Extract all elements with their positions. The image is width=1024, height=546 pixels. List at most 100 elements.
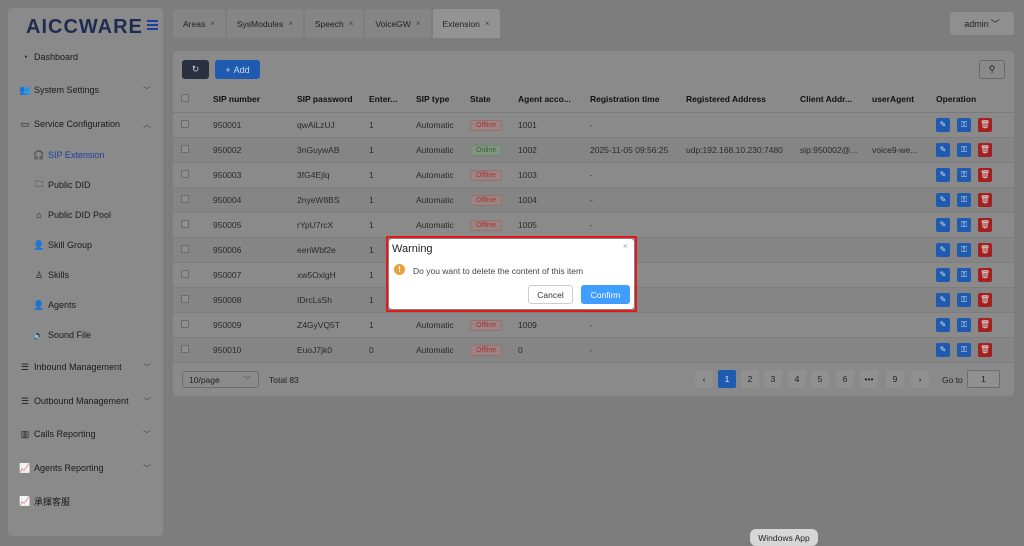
search-button[interactable]: ⚲ (979, 60, 1005, 79)
tab-voicegw[interactable]: VoiceGW × (365, 9, 431, 38)
column-header[interactable]: Registration time (590, 87, 686, 113)
select-all-checkbox[interactable] (181, 94, 189, 103)
unlock-button[interactable]: ⚿ (957, 267, 971, 282)
page-button[interactable]: 6 (836, 370, 854, 388)
row-checkbox[interactable] (181, 144, 189, 153)
unlock-button[interactable]: ⚿ (957, 167, 971, 182)
delete-button[interactable]: 🗑 (978, 117, 992, 132)
column-header[interactable]: Agent acco... (518, 87, 590, 113)
goto-page-input[interactable]: 1 (967, 370, 1000, 388)
close-icon[interactable]: × (485, 19, 490, 28)
page-button[interactable]: 2 (741, 370, 759, 388)
prev-page-button[interactable]: ‹ (695, 370, 713, 388)
tab-extension[interactable]: Extension × (432, 9, 500, 38)
unlock-button[interactable]: ⚿ (957, 342, 971, 357)
refresh-button[interactable]: ↻ (182, 60, 209, 79)
sidebar-item-agents[interactable]: 👤 Agents (8, 293, 163, 317)
row-checkbox[interactable] (181, 194, 189, 203)
menu-collapse-icon[interactable] (147, 20, 158, 30)
close-icon[interactable]: × (416, 19, 421, 28)
delete-button[interactable]: 🗑 (978, 317, 992, 332)
edit-button[interactable]: ✎ (936, 242, 950, 257)
edit-button[interactable]: ✎ (936, 167, 950, 182)
page-button[interactable]: 3 (764, 370, 782, 388)
delete-button[interactable]: 🗑 (978, 342, 992, 357)
unlock-button[interactable]: ⚿ (957, 292, 971, 307)
row-checkbox[interactable] (181, 269, 189, 278)
column-header[interactable]: Client Addr... (800, 87, 872, 113)
column-header[interactable]: userAgent (872, 87, 936, 113)
edit-button[interactable]: ✎ (936, 192, 950, 207)
tab-sysmodules[interactable]: SysModules × (226, 9, 303, 38)
sidebar-item-public-did[interactable]: 🗀 Public DID (8, 173, 163, 197)
close-icon[interactable]: × (210, 19, 215, 28)
edit-button[interactable]: ✎ (936, 217, 950, 232)
trash-icon: 🗑 (979, 120, 991, 129)
sidebar-item-sound-file[interactable]: 🔈 Sound File (8, 323, 163, 347)
close-icon[interactable]: × (349, 19, 354, 28)
unlock-button[interactable]: ⚿ (957, 117, 971, 132)
page-size-select[interactable]: 10/page ﹀ (182, 371, 259, 388)
sidebar-item-service-configuration[interactable]: ▭ Service Configuration ︿ (8, 112, 163, 136)
delete-button[interactable]: 🗑 (978, 167, 992, 182)
edit-button[interactable]: ✎ (936, 342, 950, 357)
unlock-button[interactable]: ⚿ (957, 192, 971, 207)
sidebar-item-skill-group[interactable]: 👤 Skill Group (8, 233, 163, 257)
user-outline-icon: ♙ (34, 269, 44, 280)
column-header[interactable]: SIP password (297, 87, 369, 113)
close-icon[interactable]: × (288, 19, 293, 28)
tab-speech[interactable]: Speech × (304, 9, 364, 38)
sidebar-item-inbound-management[interactable]: ☰ Inbound Management ﹀ (8, 355, 163, 379)
sidebar-item-customer-service[interactable]: 📈 承揮客服 (8, 489, 163, 513)
delete-button[interactable]: 🗑 (978, 267, 992, 282)
delete-button[interactable]: 🗑 (978, 242, 992, 257)
sidebar-item-public-did-pool[interactable]: ⌂ Public DID Pool (8, 203, 163, 227)
row-checkbox[interactable] (181, 219, 189, 228)
cancel-button[interactable]: Cancel (528, 285, 573, 304)
row-checkbox[interactable] (181, 119, 189, 128)
edit-button[interactable]: ✎ (936, 142, 950, 157)
delete-button[interactable]: 🗑 (978, 217, 992, 232)
confirm-button[interactable]: Confirm (581, 285, 630, 304)
tab-areas[interactable]: Areas × (173, 9, 225, 38)
add-button[interactable]: + Add (215, 60, 260, 79)
edit-button[interactable]: ✎ (936, 117, 950, 132)
unlock-button[interactable]: ⚿ (957, 142, 971, 157)
column-header[interactable]: State (470, 87, 518, 113)
column-header[interactable]: SIP number (213, 87, 297, 113)
sidebar-item-system-settings[interactable]: 👥 System Settings ﹀ (8, 78, 163, 102)
page-button[interactable]: 4 (788, 370, 806, 388)
more-pages-button[interactable]: ••• (860, 370, 878, 388)
delete-button[interactable]: 🗑 (978, 142, 992, 157)
column-header[interactable]: SIP type (416, 87, 470, 113)
column-header[interactable]: Enter... (369, 87, 416, 113)
unlock-icon: ⚿ (960, 319, 968, 329)
edit-button[interactable]: ✎ (936, 292, 950, 307)
unlock-button[interactable]: ⚿ (957, 217, 971, 232)
unlock-button[interactable]: ⚿ (957, 317, 971, 332)
delete-button[interactable]: 🗑 (978, 292, 992, 307)
close-icon[interactable]: × (623, 241, 628, 251)
line-chart-icon: 📈 (19, 462, 31, 473)
row-checkbox[interactable] (181, 294, 189, 303)
sidebar-item-outbound-management[interactable]: ☰ Outbound Management ﹀ (8, 389, 163, 413)
sidebar-item-skills[interactable]: ♙ Skills (8, 263, 163, 287)
sidebar-item-agents-reporting[interactable]: 📈 Agents Reporting ﹀ (8, 456, 163, 480)
delete-button[interactable]: 🗑 (978, 192, 992, 207)
row-checkbox[interactable] (181, 169, 189, 178)
user-menu-button[interactable]: admin ﹀ (950, 12, 1014, 35)
sidebar-item-dashboard[interactable]: ◔ Dashboard (8, 45, 163, 69)
sidebar-item-calls-reporting[interactable]: ▥ Calls Reporting ﹀ (8, 422, 163, 446)
row-checkbox[interactable] (181, 319, 189, 328)
row-checkbox[interactable] (181, 244, 189, 253)
sidebar-item-sip-extension[interactable]: 🎧 SIP Extension (8, 143, 163, 167)
page-button[interactable]: 1 (718, 370, 736, 388)
edit-button[interactable]: ✎ (936, 317, 950, 332)
column-header[interactable]: Registered Address (686, 87, 800, 113)
unlock-button[interactable]: ⚿ (957, 242, 971, 257)
row-checkbox[interactable] (181, 344, 189, 353)
next-page-button[interactable]: › (911, 370, 929, 388)
page-button[interactable]: 5 (811, 370, 829, 388)
page-button[interactable]: 9 (886, 370, 904, 388)
edit-button[interactable]: ✎ (936, 267, 950, 282)
